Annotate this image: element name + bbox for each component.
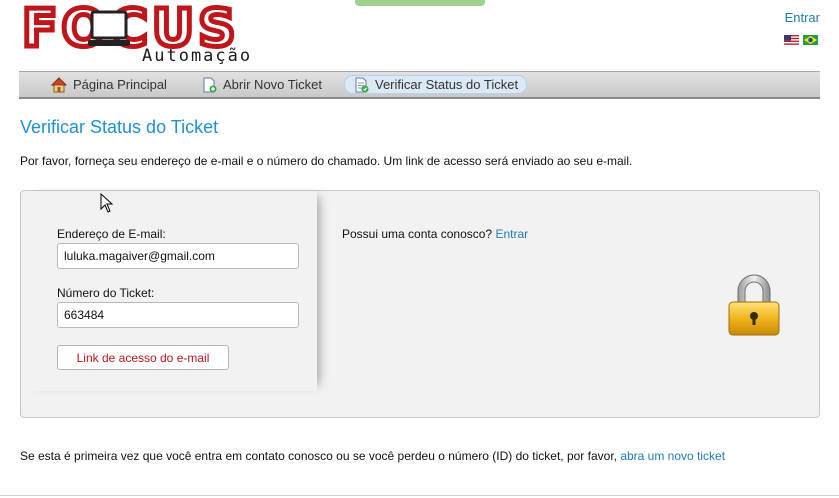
focus-logo[interactable]: FOCUS Automação	[20, 0, 262, 68]
account-prompt-text: Possui uma conta conosco?	[342, 227, 493, 241]
nav-new-ticket-label: Abrir Novo Ticket	[223, 77, 322, 92]
nav-new-ticket[interactable]: Abrir Novo Ticket	[193, 75, 330, 94]
account-prompt: Possui uma conta conosco? Entrar	[342, 227, 528, 241]
nav-home-label: Página Principal	[73, 77, 167, 92]
padlock-icon	[728, 274, 780, 336]
page-title: Verificar Status do Ticket	[20, 117, 219, 137]
mouse-pointer-icon	[100, 193, 114, 213]
email-label: Endereço de E-mail:	[57, 227, 166, 241]
account-signin-link[interactable]: Entrar	[495, 227, 528, 241]
new-ticket-icon	[203, 77, 217, 92]
us-flag-icon[interactable]	[784, 35, 799, 45]
email-access-link-button[interactable]: Link de acesso do e-mail	[57, 345, 229, 370]
signin-link[interactable]: Entrar	[785, 10, 820, 25]
footer-note-text: Se esta é primeira vez que você entra em…	[20, 449, 617, 463]
bottom-divider	[0, 495, 839, 496]
ticket-status-icon	[355, 77, 369, 92]
language-flags	[784, 35, 818, 45]
nav-ticket-status-label: Verificar Status do Ticket	[375, 77, 519, 92]
nav-ticket-status[interactable]: Verificar Status do Ticket	[344, 75, 528, 94]
ticket-number-label: Número do Ticket:	[57, 286, 155, 300]
email-field[interactable]: luluka.magaiver@gmail.com	[57, 243, 299, 269]
open-new-ticket-link[interactable]: abra um novo ticket	[620, 449, 725, 463]
ticket-status-form: Endereço de E-mail: luluka.magaiver@gmai…	[21, 191, 317, 391]
ticket-number-field[interactable]: 663484	[57, 302, 299, 328]
main-navigation: Página Principal Abrir Novo Ticket Verif…	[19, 71, 820, 99]
logo-subtitle: Automação	[142, 46, 253, 66]
home-icon	[51, 76, 67, 92]
footer-note: Se esta é primeira vez que você entra em…	[20, 449, 725, 463]
brazil-flag-icon[interactable]	[803, 35, 818, 45]
top-decoration-tab	[355, 0, 485, 6]
nav-home[interactable]: Página Principal	[43, 75, 175, 94]
page-intro: Por favor, forneça seu endereço de e-mai…	[20, 154, 633, 168]
ticket-status-panel: Endereço de E-mail: luluka.magaiver@gmai…	[20, 190, 820, 418]
